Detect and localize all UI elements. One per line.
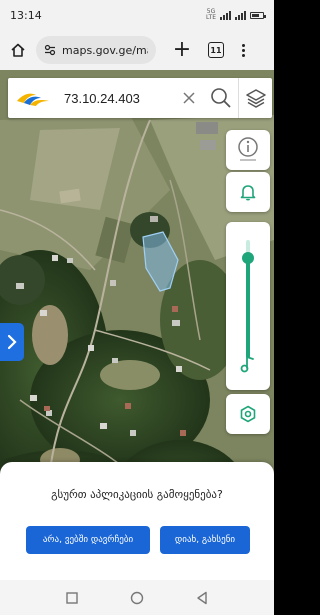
volume-panel xyxy=(226,222,270,390)
home-button[interactable] xyxy=(6,38,30,62)
chevron-right-icon xyxy=(7,334,17,350)
address-bar[interactable]: maps.gov.ge/map xyxy=(36,36,156,64)
circle-icon[interactable] xyxy=(130,591,144,605)
network-type: 5G LTE xyxy=(206,9,216,21)
open-app-button[interactable]: დიახ, გახსენი xyxy=(160,526,250,554)
open-app-dialog: გსურთ აპლიკაციის გამოყენება? არა, ვებში … xyxy=(0,462,274,580)
back-triangle-icon[interactable] xyxy=(196,591,208,605)
signal-icon-2 xyxy=(235,10,246,20)
map-search-bar: 73.10.24.403 xyxy=(8,78,272,118)
gps-icon xyxy=(240,405,256,423)
info-button[interactable] xyxy=(226,130,270,170)
stay-on-web-button[interactable]: არა, ვებში დავრჩები xyxy=(26,526,150,554)
layers-icon xyxy=(245,89,266,108)
notifications-button[interactable] xyxy=(226,172,270,212)
bell-icon xyxy=(240,185,256,201)
volume-slider-thumb[interactable] xyxy=(242,251,254,264)
more-vert-icon[interactable] xyxy=(238,43,248,57)
tab-count: 11 xyxy=(210,45,222,55)
dialog-question: გსურთ აპლიკაციის გამოყენება? xyxy=(51,488,223,501)
battery-icon xyxy=(250,11,266,19)
signal-icon xyxy=(220,10,231,20)
square-icon[interactable] xyxy=(66,591,78,604)
search-button[interactable] xyxy=(206,83,236,113)
status-indicators: 5G LTE xyxy=(206,9,266,21)
browser-toolbar: maps.gov.ge/map + 11 xyxy=(0,30,274,70)
network-type-bottom: LTE xyxy=(206,14,216,21)
search-icon xyxy=(211,88,231,108)
expand-panel-button[interactable] xyxy=(0,323,24,361)
napr-logo xyxy=(17,93,49,106)
url-text: maps.gov.ge/map xyxy=(62,43,148,57)
volume-fill xyxy=(246,257,250,358)
clear-button[interactable] xyxy=(178,87,200,109)
status-time: 13:14 xyxy=(10,8,42,22)
system-nav-bar xyxy=(0,580,274,615)
locate-button[interactable] xyxy=(226,394,270,434)
tune-icon[interactable] xyxy=(44,44,56,56)
info-icon xyxy=(238,137,258,161)
tabs-button[interactable]: 11 xyxy=(208,42,224,58)
close-icon xyxy=(183,92,195,104)
status-bar: 13:14 5G LTE xyxy=(0,0,274,30)
music-note-icon[interactable] xyxy=(238,354,258,374)
home-icon xyxy=(11,43,25,57)
layers-button[interactable] xyxy=(238,78,272,118)
plus-icon: + xyxy=(172,37,192,62)
search-input[interactable]: 73.10.24.403 xyxy=(64,91,178,106)
new-tab-button[interactable]: + xyxy=(170,38,194,62)
